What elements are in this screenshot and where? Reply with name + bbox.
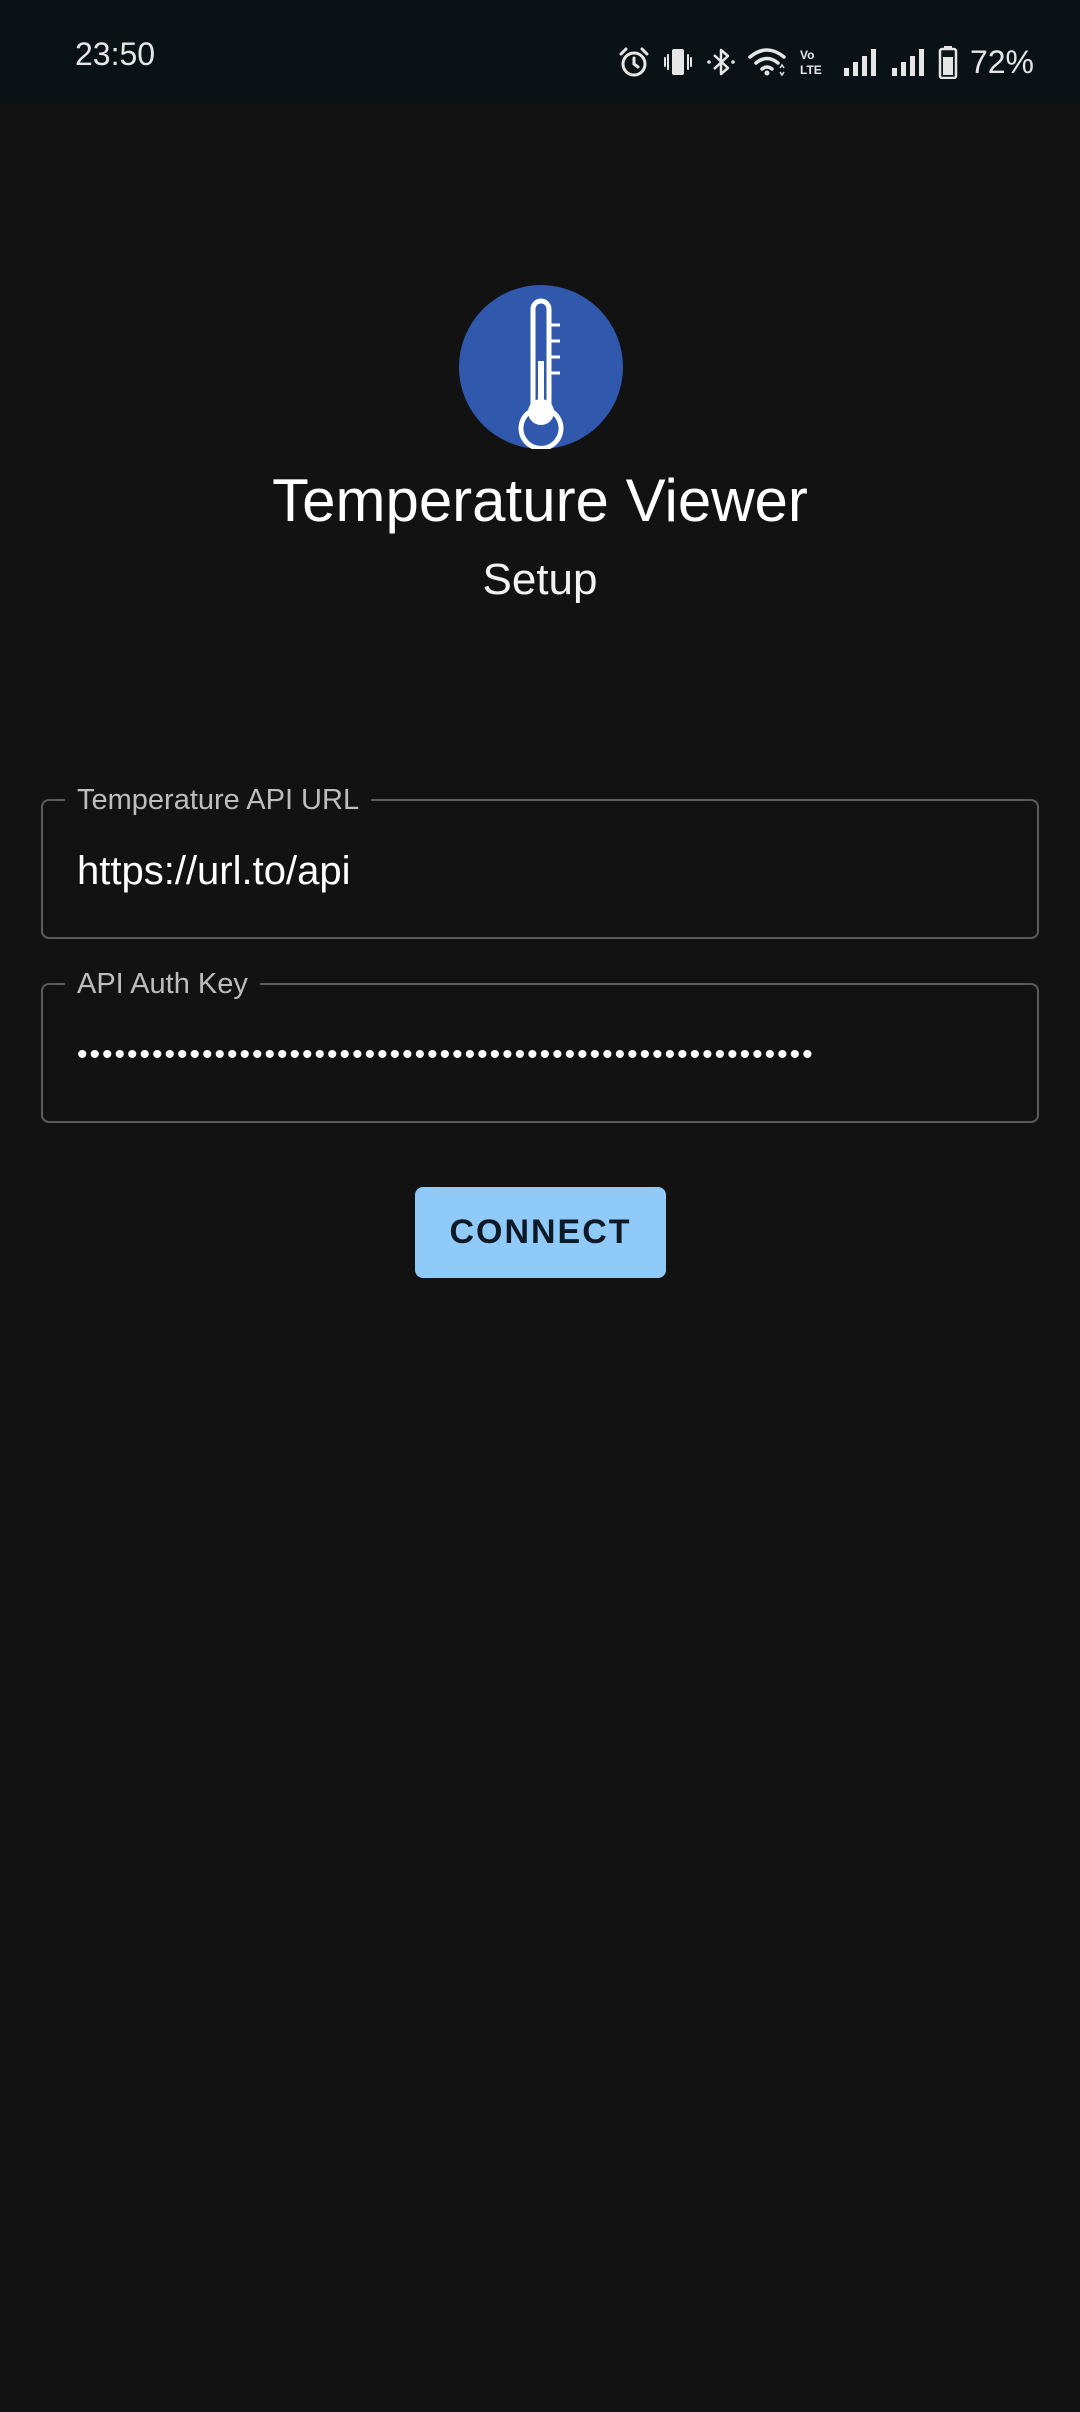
signal-icon xyxy=(891,49,924,76)
alarm-icon xyxy=(619,47,649,77)
app-title: Temperature Viewer xyxy=(272,467,808,534)
api-key-input[interactable] xyxy=(77,1031,1007,1079)
battery-icon xyxy=(938,46,958,79)
bluetooth-icon xyxy=(707,48,735,76)
signal-icon xyxy=(843,49,876,76)
wifi-icon xyxy=(748,48,786,77)
api-key-label: API Auth Key xyxy=(65,966,260,1002)
vibrate-icon xyxy=(663,49,692,75)
api-url-field[interactable]: Temperature API URL xyxy=(41,782,1039,939)
api-url-label: Temperature API URL xyxy=(65,782,372,818)
api-key-field[interactable]: API Auth Key xyxy=(41,966,1039,1123)
status-icons: Vo LTE 72% xyxy=(618,42,1034,82)
page-subtitle: Setup xyxy=(482,555,598,604)
thermometer-icon xyxy=(518,298,564,449)
status-bar: 23:50 Vo LTE 72% xyxy=(0,0,1080,104)
setup-screen: 23:50 Vo LTE 72% Temperature Viewer Setu… xyxy=(0,0,1080,2412)
battery-percent: 72% xyxy=(969,44,1034,80)
app-logo xyxy=(459,285,623,449)
api-url-input[interactable] xyxy=(77,847,1007,895)
svg-text:LTE: LTE xyxy=(800,63,822,77)
svg-text:Vo: Vo xyxy=(800,48,814,62)
connect-button[interactable]: CONNECT xyxy=(415,1187,666,1278)
status-time: 23:50 xyxy=(75,36,156,72)
volte-icon: Vo LTE xyxy=(800,48,822,77)
